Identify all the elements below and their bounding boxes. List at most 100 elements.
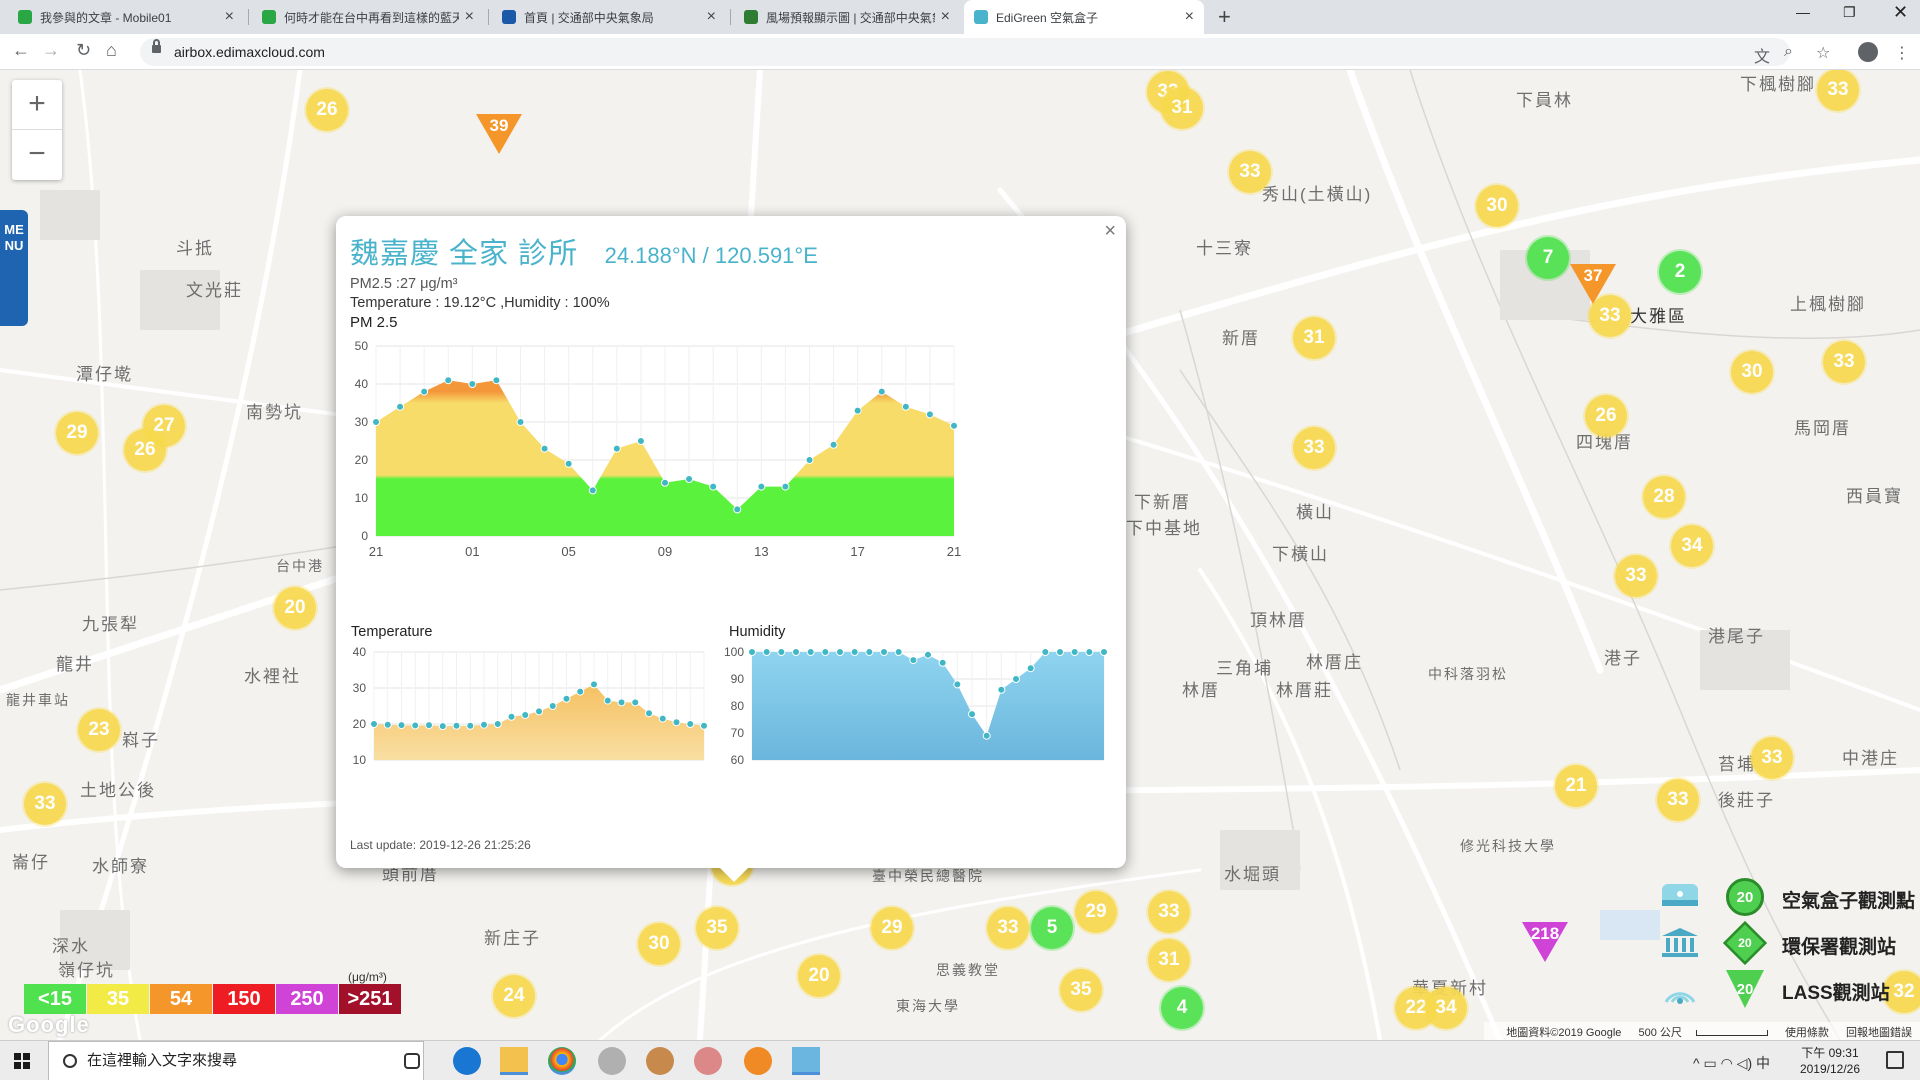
airbox-marker[interactable]: 26 [124, 429, 166, 471]
battery-icon[interactable]: ▭ [1703, 1055, 1716, 1071]
data-point [982, 731, 991, 740]
airbox-marker[interactable]: 26 [306, 89, 348, 131]
forward-icon[interactable]: → [42, 40, 60, 61]
more-menu-icon[interactable]: ⋮ [1894, 43, 1910, 63]
epa-station-marker[interactable]: 4 [1161, 987, 1203, 1029]
back-icon[interactable]: ← [12, 40, 30, 61]
airbox-marker[interactable]: 24 [493, 975, 535, 1017]
airbox-marker[interactable]: 31 [1293, 317, 1335, 359]
airbox-marker[interactable]: 33 [987, 907, 1029, 949]
airbox-marker[interactable]: 35 [696, 907, 738, 949]
airbox-marker[interactable]: 33 [1615, 555, 1657, 597]
airbox-marker[interactable]: 33 [1823, 341, 1865, 383]
volume-icon[interactable]: ◁) [1737, 1055, 1752, 1071]
app-window-icon[interactable] [792, 1047, 820, 1075]
translate-icon[interactable]: 文 [1754, 43, 1770, 67]
airbox-marker[interactable]: 28 [1643, 476, 1685, 518]
airbox-marker[interactable]: 29 [1075, 891, 1117, 933]
airbox-marker[interactable]: 30 [638, 923, 680, 965]
gimp-icon[interactable] [646, 1047, 674, 1075]
airbox-marker[interactable]: 30 [1731, 351, 1773, 393]
pm25-chart-title: PM 2.5 [350, 314, 398, 331]
ime-indicator[interactable]: 中 [1756, 1055, 1770, 1071]
airbox-marker[interactable]: 29 [871, 907, 913, 949]
data-point [588, 486, 597, 495]
window-close-icon[interactable]: ✕ [1893, 2, 1908, 23]
minimize-icon[interactable]: — [1796, 4, 1810, 20]
airbox-marker[interactable]: 20 [798, 955, 840, 997]
zoom-icon[interactable]: ⌕ [1784, 43, 1793, 61]
blender-icon[interactable] [744, 1047, 772, 1075]
epa-station-marker[interactable]: 2 [1659, 251, 1701, 293]
data-point [1100, 648, 1108, 656]
tab-mobile01[interactable]: 我參與的文章 - Mobile01 × [8, 0, 244, 34]
reload-icon[interactable]: ↻ [76, 40, 91, 61]
tab-edigreen[interactable]: EdiGreen 空氣盒子 × [964, 0, 1204, 34]
tray-expand-icon[interactable]: ^ [1693, 1055, 1700, 1071]
lock-icon[interactable] [152, 39, 161, 53]
google-logo[interactable]: Google [8, 1012, 90, 1038]
windows-start-icon[interactable] [14, 1053, 30, 1069]
edge-browser-icon[interactable] [453, 1047, 481, 1075]
airbox-marker[interactable]: 33 [24, 783, 66, 825]
notification-icon[interactable] [1886, 1051, 1904, 1069]
epa-station-marker[interactable]: 5 [1031, 907, 1073, 949]
airbox-marker[interactable]: 26 [1585, 395, 1627, 437]
airbox-marker[interactable]: 33 [1657, 779, 1699, 821]
airbox-marker[interactable]: 20 [274, 587, 316, 629]
address-bar[interactable]: airbox.edimaxcloud.com [140, 38, 1790, 66]
airbox-marker[interactable]: 29 [56, 412, 98, 454]
tab-cwb-home[interactable]: 首頁 | 交通部中央氣象局 × [492, 0, 726, 34]
tab-close-icon[interactable]: × [1185, 8, 1194, 26]
data-point [631, 698, 640, 707]
report-error-link[interactable]: 回報地圖錯誤 [1846, 1027, 1912, 1039]
zoom-in-button[interactable]: + [12, 80, 62, 130]
airbox-marker[interactable]: 21 [1555, 765, 1597, 807]
terms-link[interactable]: 使用條款 [1785, 1027, 1829, 1039]
restore-icon[interactable]: ❐ [1843, 4, 1856, 21]
tab-close-icon[interactable]: × [707, 8, 716, 26]
airbox-marker[interactable]: 23 [78, 709, 120, 751]
airbox-marker[interactable]: 33 [1817, 70, 1859, 111]
airbox-marker[interactable]: 33 [1751, 737, 1793, 779]
zoom-out-button[interactable]: − [12, 130, 62, 180]
last-update: Last update: 2019-12-26 21:25:26 [350, 838, 531, 852]
station-title: 魏嘉慶 全家 診所 24.188°N / 120.591°E [350, 230, 818, 272]
airbox-marker[interactable]: 35 [1060, 969, 1102, 1011]
y-tick-label: 50 [355, 339, 369, 353]
map-canvas[interactable]: 下員林 下楓樹腳 秀山(土橫山) 十三寮 斗抵 文光莊 潭仔墘 南勢坑 新厝 大… [0, 70, 1920, 1040]
airbox-marker[interactable]: 33 [1589, 295, 1631, 337]
paint-icon[interactable] [694, 1047, 722, 1075]
clock[interactable]: 下午 09:31 2019/12/26 [1800, 1045, 1860, 1077]
tab-close-icon[interactable]: × [941, 8, 950, 26]
tab-cwb-wind[interactable]: 風場預報顯示圖 | 交通部中央氣象 × [734, 0, 960, 34]
profile-avatar-icon[interactable] [1858, 42, 1878, 62]
airbox-marker[interactable]: 30 [1476, 185, 1518, 227]
chrome-browser-icon[interactable] [548, 1047, 576, 1075]
data-point [411, 721, 420, 730]
tab-mobile01-bluesky[interactable]: 何時才能在台中再看到這樣的藍天 × [252, 0, 484, 34]
popup-close-button[interactable]: × [1104, 220, 1116, 243]
tab-close-icon[interactable]: × [465, 8, 474, 26]
airbox-marker[interactable]: 33 [1293, 427, 1335, 469]
place-label: 上楓樹腳 [1790, 295, 1866, 314]
task-view-icon[interactable] [404, 1053, 420, 1069]
menu-button[interactable]: MENU [0, 210, 28, 326]
app-icon[interactable] [598, 1047, 626, 1075]
airbox-marker[interactable]: 31 [1148, 939, 1190, 981]
epa-station-marker[interactable]: 7 [1527, 237, 1569, 279]
airbox-marker[interactable]: 33 [1148, 891, 1190, 933]
data-point [757, 482, 766, 491]
file-explorer-icon[interactable] [500, 1047, 528, 1075]
airbox-marker[interactable]: 34 [1671, 525, 1713, 567]
airbox-marker[interactable]: 34 [1425, 987, 1467, 1029]
home-icon[interactable]: ⌂ [106, 40, 117, 61]
taskbar-search-input[interactable]: 在這裡輸入文字來搜尋 [48, 1041, 424, 1080]
data-point [370, 720, 378, 728]
airbox-marker[interactable]: 33 [1229, 151, 1271, 193]
tab-close-icon[interactable]: × [225, 8, 234, 26]
wifi-icon[interactable]: ◠ [1721, 1055, 1733, 1071]
new-tab-icon[interactable]: + [1218, 4, 1231, 30]
bookmark-star-icon[interactable]: ☆ [1816, 43, 1830, 63]
airbox-marker[interactable]: 31 [1161, 87, 1203, 129]
